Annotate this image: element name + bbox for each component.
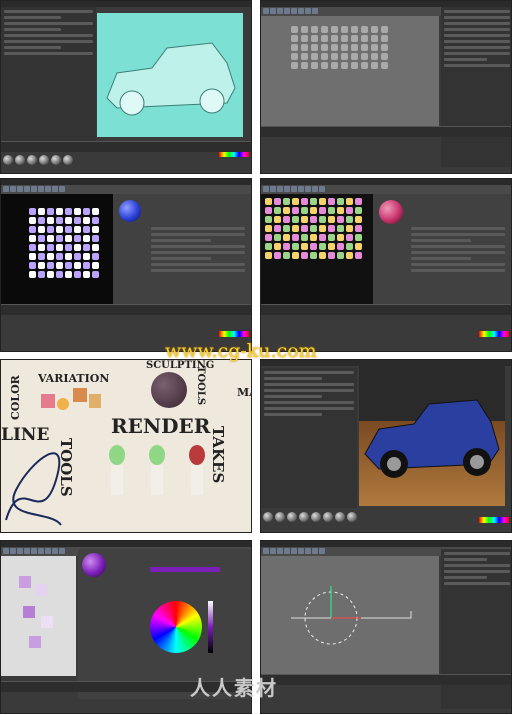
color-gradient: [219, 331, 249, 337]
timeline[interactable]: [1, 141, 251, 152]
panel-feature-promo: COLOR VARIATION SCULPTING TOOLS LINE TOO…: [0, 359, 252, 533]
material-bar[interactable]: [261, 510, 359, 528]
viewport[interactable]: [97, 13, 243, 137]
object-manager[interactable]: [441, 549, 511, 709]
invader-grid: [29, 208, 99, 278]
toolbar[interactable]: [261, 185, 511, 194]
sculpt-sphere: [151, 372, 187, 408]
viewport[interactable]: [261, 16, 439, 126]
viewport[interactable]: [261, 556, 439, 674]
material-editor[interactable]: [113, 194, 251, 304]
panel-spline: [260, 540, 512, 714]
attribute-panel[interactable]: [1, 7, 96, 142]
character-figures: [101, 445, 221, 530]
watermark-top: www.cg-ku.com: [165, 340, 317, 362]
sphere-material-icon: [82, 553, 106, 577]
color-blocks: [41, 388, 101, 414]
panel-object-grid: [260, 0, 512, 174]
timeline[interactable]: [261, 126, 511, 137]
panel-car-render: [260, 359, 512, 533]
invader-grid: [265, 198, 362, 259]
render-label: RENDER: [111, 414, 211, 438]
watermark-bottom: 人人素材: [190, 678, 278, 700]
sphere-material-icon: [119, 200, 141, 222]
color-label: COLOR: [9, 375, 22, 420]
partial-label: MA: [237, 386, 251, 399]
color-wheel-icon[interactable]: [150, 601, 202, 653]
timeline[interactable]: [261, 674, 511, 685]
spline-shape: [291, 586, 412, 645]
car-model-icon: [106, 42, 236, 116]
viewport[interactable]: [1, 194, 113, 304]
panel-blue-material: [0, 178, 252, 352]
line-scribble: [5, 452, 62, 526]
line-label: LINE: [1, 425, 50, 445]
viewport[interactable]: [261, 194, 373, 304]
color-swatch: [150, 567, 220, 572]
viewport[interactable]: [1, 556, 76, 676]
material-editor[interactable]: [373, 194, 511, 304]
panel-car-viewport: [0, 0, 252, 174]
material-bar[interactable]: [1, 153, 75, 171]
timeline[interactable]: [1, 304, 251, 315]
car-model-icon: [364, 399, 500, 478]
brightness-slider[interactable]: [208, 601, 213, 653]
color-gradient: [479, 517, 509, 523]
tools-label-top: TOOLS: [195, 366, 206, 406]
timeline[interactable]: [261, 304, 511, 315]
object-grid: [291, 26, 389, 69]
toolbar[interactable]: [1, 185, 251, 194]
sphere-material-icon: [379, 200, 403, 224]
color-gradient: [479, 331, 509, 337]
panel-pink-material: [260, 178, 512, 352]
object-manager[interactable]: [441, 7, 511, 167]
render-viewport[interactable]: [359, 364, 505, 506]
attribute-panel[interactable]: [261, 368, 357, 508]
variation-label: VARIATION: [38, 372, 110, 385]
